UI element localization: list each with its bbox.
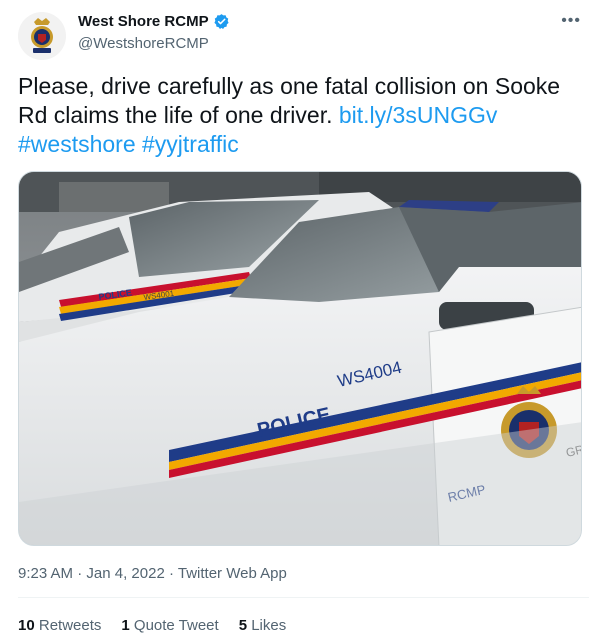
author-handle[interactable]: @WestshoreRCMP	[78, 35, 209, 52]
tweet-link[interactable]: bit.ly/3sUNGGv	[339, 102, 497, 128]
avatar[interactable]	[18, 12, 66, 60]
police-cars-photo: POLICE WS4001 POLICE WS4004 RCMP GR	[19, 172, 581, 545]
rcmp-crest-icon	[18, 12, 66, 60]
tweet-source[interactable]: Twitter Web App	[178, 565, 287, 582]
more-options-icon[interactable]: •••	[561, 12, 581, 30]
author-name-row[interactable]: West Shore RCMP	[78, 13, 230, 30]
divider	[18, 597, 589, 598]
tweet-time[interactable]: 9:23 AM	[18, 565, 73, 582]
meta-separator: ·	[77, 565, 83, 582]
hashtag-westshore[interactable]: #westshore	[18, 131, 136, 157]
verified-badge-icon	[213, 14, 229, 30]
author-display-name[interactable]: West Shore RCMP	[78, 13, 209, 30]
tweet-meta: 9:23 AM · Jan 4, 2022 · Twitter Web App	[18, 565, 287, 582]
tweet-media-image[interactable]: POLICE WS4001 POLICE WS4004 RCMP GR	[18, 171, 582, 546]
meta-separator: ·	[168, 565, 174, 582]
tweet-text: Please, drive carefully as one fatal col…	[18, 72, 583, 159]
hashtag-yyjtraffic[interactable]: #yyjtraffic	[142, 131, 239, 157]
tweet-date[interactable]: Jan 4, 2022	[86, 565, 164, 582]
